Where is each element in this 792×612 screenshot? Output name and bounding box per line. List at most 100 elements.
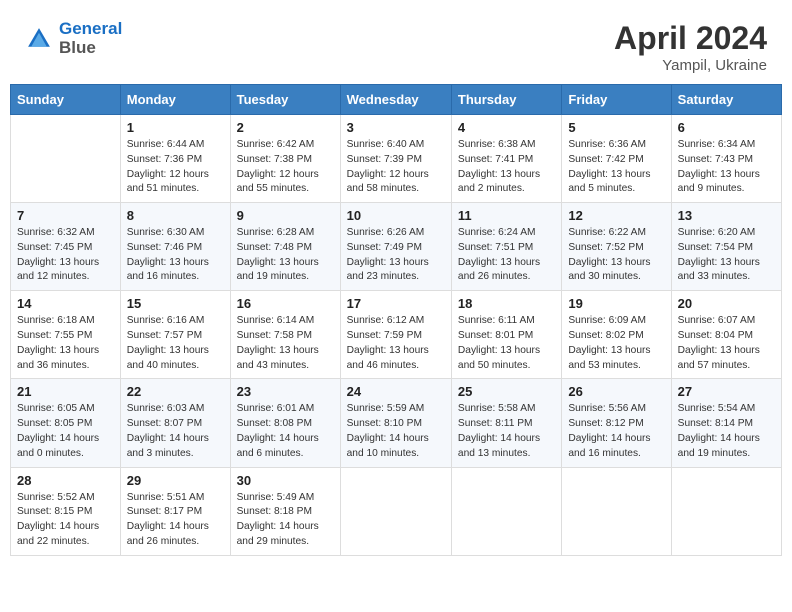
day-number: 8 xyxy=(127,208,224,223)
day-number: 7 xyxy=(17,208,114,223)
calendar-cell: 2 Sunrise: 6:42 AMSunset: 7:38 PMDaylight… xyxy=(230,115,340,203)
calendar-cell: 15 Sunrise: 6:16 AMSunset: 7:57 PMDayligh… xyxy=(120,291,230,379)
day-info: Sunrise: 5:51 AMSunset: 8:17 PMDaylight:… xyxy=(127,491,224,550)
day-number: 14 xyxy=(17,296,114,311)
day-number: 23 xyxy=(237,384,334,399)
logo: General Blue xyxy=(25,20,122,57)
calendar-week-3: 14 Sunrise: 6:18 AMSunset: 7:55 PMDayligh… xyxy=(11,291,782,379)
day-info: Sunrise: 5:59 AMSunset: 8:10 PMDaylight:… xyxy=(347,402,445,461)
calendar-cell xyxy=(451,467,561,555)
day-number: 5 xyxy=(568,120,664,135)
day-number: 19 xyxy=(568,296,664,311)
day-info: Sunrise: 6:18 AMSunset: 7:55 PMDaylight:… xyxy=(17,314,114,373)
day-number: 25 xyxy=(458,384,555,399)
day-info: Sunrise: 5:49 AMSunset: 8:18 PMDaylight:… xyxy=(237,491,334,550)
day-info: Sunrise: 6:42 AMSunset: 7:38 PMDaylight:… xyxy=(237,138,334,197)
calendar-cell xyxy=(11,115,121,203)
day-number: 29 xyxy=(127,473,224,488)
day-number: 4 xyxy=(458,120,555,135)
day-number: 2 xyxy=(237,120,334,135)
calendar-week-1: 1 Sunrise: 6:44 AMSunset: 7:36 PMDaylight… xyxy=(11,115,782,203)
day-info: Sunrise: 6:40 AMSunset: 7:39 PMDaylight:… xyxy=(347,138,445,197)
calendar-cell xyxy=(562,467,671,555)
day-info: Sunrise: 6:30 AMSunset: 7:46 PMDaylight:… xyxy=(127,226,224,285)
logo-text: General Blue xyxy=(59,20,122,57)
day-number: 3 xyxy=(347,120,445,135)
day-info: Sunrise: 6:16 AMSunset: 7:57 PMDaylight:… xyxy=(127,314,224,373)
day-number: 26 xyxy=(568,384,664,399)
calendar-cell: 16 Sunrise: 6:14 AMSunset: 7:58 PMDayligh… xyxy=(230,291,340,379)
calendar-cell: 26 Sunrise: 5:56 AMSunset: 8:12 PMDayligh… xyxy=(562,379,671,467)
column-header-sunday: Sunday xyxy=(11,85,121,115)
calendar-cell: 21Sunrise: 6:05 AMSunset: 8:05 PMDayligh… xyxy=(11,379,121,467)
calendar-cell: 20Sunrise: 6:07 AMSunset: 8:04 PMDayligh… xyxy=(671,291,781,379)
day-number: 20 xyxy=(678,296,775,311)
day-info: Sunrise: 6:28 AMSunset: 7:48 PMDaylight:… xyxy=(237,226,334,285)
day-number: 15 xyxy=(127,296,224,311)
calendar-week-4: 21Sunrise: 6:05 AMSunset: 8:05 PMDayligh… xyxy=(11,379,782,467)
calendar-cell: 24Sunrise: 5:59 AMSunset: 8:10 PMDayligh… xyxy=(340,379,451,467)
day-info: Sunrise: 6:36 AMSunset: 7:42 PMDaylight:… xyxy=(568,138,664,197)
calendar-table: SundayMondayTuesdayWednesdayThursdayFrid… xyxy=(10,84,782,556)
calendar-cell: 1 Sunrise: 6:44 AMSunset: 7:36 PMDaylight… xyxy=(120,115,230,203)
calendar-cell: 27 Sunrise: 5:54 AMSunset: 8:14 PMDayligh… xyxy=(671,379,781,467)
day-info: Sunrise: 6:44 AMSunset: 7:36 PMDaylight:… xyxy=(127,138,224,197)
calendar-cell: 29 Sunrise: 5:51 AMSunset: 8:17 PMDayligh… xyxy=(120,467,230,555)
calendar-cell xyxy=(340,467,451,555)
day-info: Sunrise: 6:34 AMSunset: 7:43 PMDaylight:… xyxy=(678,138,775,197)
day-info: Sunrise: 6:32 AMSunset: 7:45 PMDaylight:… xyxy=(17,226,114,285)
calendar-cell: 18Sunrise: 6:11 AMSunset: 8:01 PMDayligh… xyxy=(451,291,561,379)
column-header-wednesday: Wednesday xyxy=(340,85,451,115)
calendar-cell: 22Sunrise: 6:03 AMSunset: 8:07 PMDayligh… xyxy=(120,379,230,467)
calendar-cell: 19 Sunrise: 6:09 AMSunset: 8:02 PMDayligh… xyxy=(562,291,671,379)
calendar-cell: 11 Sunrise: 6:24 AMSunset: 7:51 PMDayligh… xyxy=(451,203,561,291)
calendar-cell: 4 Sunrise: 6:38 AMSunset: 7:41 PMDaylight… xyxy=(451,115,561,203)
day-number: 13 xyxy=(678,208,775,223)
calendar-cell: 7 Sunrise: 6:32 AMSunset: 7:45 PMDaylight… xyxy=(11,203,121,291)
day-number: 11 xyxy=(458,208,555,223)
day-info: Sunrise: 6:20 AMSunset: 7:54 PMDaylight:… xyxy=(678,226,775,285)
calendar-header-row: SundayMondayTuesdayWednesdayThursdayFrid… xyxy=(11,85,782,115)
calendar-cell: 10Sunrise: 6:26 AMSunset: 7:49 PMDayligh… xyxy=(340,203,451,291)
column-header-saturday: Saturday xyxy=(671,85,781,115)
logo-icon xyxy=(25,25,53,53)
location: Yampil, Ukraine xyxy=(614,57,767,74)
calendar-cell: 14 Sunrise: 6:18 AMSunset: 7:55 PMDayligh… xyxy=(11,291,121,379)
day-number: 28 xyxy=(17,473,114,488)
day-info: Sunrise: 6:12 AMSunset: 7:59 PMDaylight:… xyxy=(347,314,445,373)
day-info: Sunrise: 5:58 AMSunset: 8:11 PMDaylight:… xyxy=(458,402,555,461)
day-number: 16 xyxy=(237,296,334,311)
calendar-cell: 23 Sunrise: 6:01 AMSunset: 8:08 PMDayligh… xyxy=(230,379,340,467)
day-info: Sunrise: 6:26 AMSunset: 7:49 PMDaylight:… xyxy=(347,226,445,285)
day-info: Sunrise: 6:22 AMSunset: 7:52 PMDaylight:… xyxy=(568,226,664,285)
day-number: 9 xyxy=(237,208,334,223)
column-header-thursday: Thursday xyxy=(451,85,561,115)
day-number: 21 xyxy=(17,384,114,399)
day-number: 17 xyxy=(347,296,445,311)
day-info: Sunrise: 6:14 AMSunset: 7:58 PMDaylight:… xyxy=(237,314,334,373)
calendar-cell: 3 Sunrise: 6:40 AMSunset: 7:39 PMDaylight… xyxy=(340,115,451,203)
day-number: 12 xyxy=(568,208,664,223)
day-info: Sunrise: 6:24 AMSunset: 7:51 PMDaylight:… xyxy=(458,226,555,285)
calendar-week-5: 28Sunrise: 5:52 AMSunset: 8:15 PMDayligh… xyxy=(11,467,782,555)
calendar-cell: 9 Sunrise: 6:28 AMSunset: 7:48 PMDaylight… xyxy=(230,203,340,291)
column-header-friday: Friday xyxy=(562,85,671,115)
calendar-cell: 13 Sunrise: 6:20 AMSunset: 7:54 PMDayligh… xyxy=(671,203,781,291)
day-info: Sunrise: 6:38 AMSunset: 7:41 PMDaylight:… xyxy=(458,138,555,197)
day-number: 27 xyxy=(678,384,775,399)
day-number: 30 xyxy=(237,473,334,488)
column-header-tuesday: Tuesday xyxy=(230,85,340,115)
calendar-cell xyxy=(671,467,781,555)
day-info: Sunrise: 5:56 AMSunset: 8:12 PMDaylight:… xyxy=(568,402,664,461)
day-info: Sunrise: 5:54 AMSunset: 8:14 PMDaylight:… xyxy=(678,402,775,461)
month-title: April 2024 xyxy=(614,20,767,57)
day-number: 22 xyxy=(127,384,224,399)
calendar-cell: 8 Sunrise: 6:30 AMSunset: 7:46 PMDaylight… xyxy=(120,203,230,291)
calendar-week-2: 7 Sunrise: 6:32 AMSunset: 7:45 PMDaylight… xyxy=(11,203,782,291)
day-info: Sunrise: 6:01 AMSunset: 8:08 PMDaylight:… xyxy=(237,402,334,461)
column-header-monday: Monday xyxy=(120,85,230,115)
day-info: Sunrise: 6:09 AMSunset: 8:02 PMDaylight:… xyxy=(568,314,664,373)
title-block: April 2024 Yampil, Ukraine xyxy=(614,20,767,74)
day-number: 1 xyxy=(127,120,224,135)
calendar-cell: 6Sunrise: 6:34 AMSunset: 7:43 PMDaylight… xyxy=(671,115,781,203)
